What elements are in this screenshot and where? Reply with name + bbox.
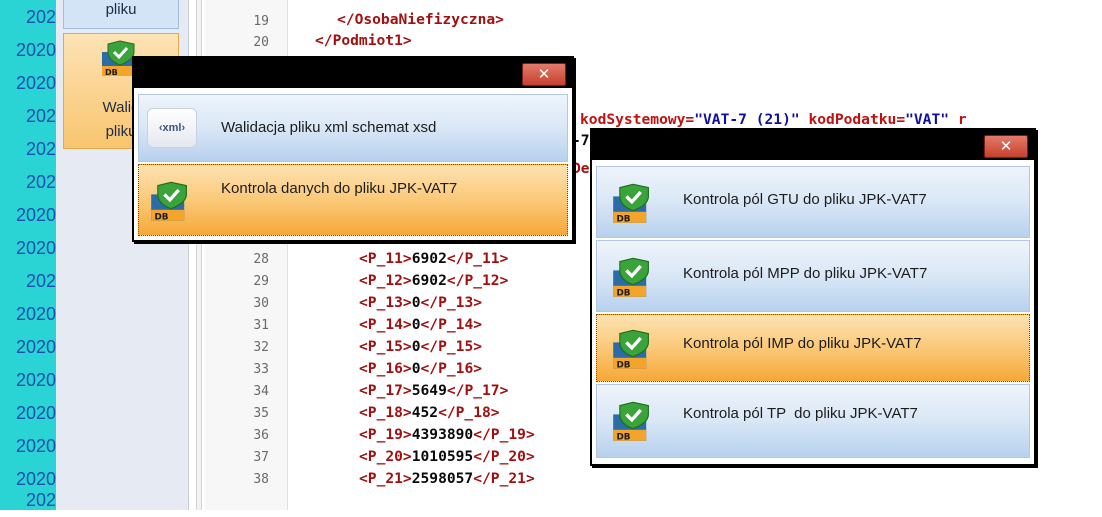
- db-check-icon: DB: [149, 179, 193, 227]
- menu-item-label: Kontrola pól IMP do pliku JPK-VAT7: [683, 335, 922, 352]
- menu-item-gtu[interactable]: DB Kontrola pól GTU do pliku JPK-VAT7: [596, 166, 1030, 238]
- code-fragment: -7: [572, 132, 590, 149]
- db-check-icon: DB: [611, 255, 655, 303]
- svg-text:DB: DB: [617, 433, 631, 443]
- svg-text:DB: DB: [617, 289, 631, 299]
- svg-text:DB: DB: [105, 68, 118, 77]
- date-cell[interactable]: 2020: [0, 232, 56, 265]
- close-button[interactable]: ✕: [984, 135, 1028, 158]
- menu-item-kontrola-danych[interactable]: DB Kontrola danych do pliku JPK-VAT7: [138, 164, 568, 236]
- xml-icon: ‹xml›: [147, 108, 197, 148]
- date-cell[interactable]: 202: [0, 133, 56, 166]
- date-cell[interactable]: 2020: [0, 397, 56, 430]
- line-number: 33: [253, 362, 269, 377]
- code-line: <P_17>5649</P_17>: [359, 382, 509, 399]
- menu-item-mpp[interactable]: DB Kontrola pól MPP do pliku JPK-VAT7: [596, 240, 1030, 312]
- date-cell[interactable]: 2020: [0, 199, 56, 232]
- date-cell[interactable]: 202: [0, 1, 56, 34]
- date-cell[interactable]: 202: [0, 166, 56, 199]
- code-line: <P_20>1010595</P_20>: [359, 448, 535, 465]
- code-line: </OsobaNiefizyczna>: [337, 11, 504, 28]
- date-cell[interactable]: 202: [0, 265, 56, 298]
- line-number: 36: [253, 428, 269, 443]
- line-number: 38: [253, 472, 269, 487]
- menu-item-tp[interactable]: DB Kontrola pól TP do pliku JPK-VAT7: [596, 384, 1030, 458]
- close-button[interactable]: ✕: [522, 63, 566, 86]
- date-cell[interactable]: 2020: [0, 331, 56, 364]
- db-check-icon: DB: [611, 399, 655, 447]
- code-line: <P_19>4393890</P_19>: [359, 426, 535, 443]
- code-line: <P_11>6902</P_11>: [359, 250, 509, 267]
- date-cell[interactable]: 2020: [0, 67, 56, 100]
- code-line: <P_18>452</P_18>: [359, 404, 500, 421]
- popup-titlebar[interactable]: [592, 130, 1034, 160]
- plik-button[interactable]: pliku: [63, 0, 179, 29]
- menu-item-label: Kontrola pól MPP do pliku JPK-VAT7: [683, 265, 928, 282]
- plik-button-label: pliku: [105, 1, 137, 18]
- menu-item-label: Kontrola pól TP do pliku JPK-VAT7: [683, 405, 918, 422]
- popup-titlebar[interactable]: [134, 58, 572, 88]
- code-fragment: De: [572, 160, 590, 177]
- db-check-icon: DB: [611, 181, 655, 229]
- line-number: 19: [253, 14, 269, 29]
- svg-text:DB: DB: [617, 361, 631, 371]
- code-line: </Podmiot1>: [315, 32, 412, 49]
- validation-menu-popup: ✕ ‹xml› Walidacja pliku xml schemat xsd …: [132, 56, 574, 242]
- code-line-attributes: kodSystemowy="VAT-7 (21)" kodPodatku="VA…: [580, 111, 967, 128]
- line-number: 35: [253, 406, 269, 421]
- menu-item-label: Kontrola pól GTU do pliku JPK-VAT7: [683, 191, 927, 208]
- date-cell[interactable]: 202: [0, 484, 56, 517]
- date-cell[interactable]: 202: [0, 100, 56, 133]
- code-line: <P_21>2598057</P_21>: [359, 470, 535, 487]
- line-number: 30: [253, 296, 269, 311]
- line-number: 31: [253, 318, 269, 333]
- date-cell[interactable]: 2020: [0, 364, 56, 397]
- svg-text:DB: DB: [155, 213, 169, 223]
- line-number: 20: [253, 35, 269, 50]
- menu-item-label: Walidacja pliku xml schemat xsd: [221, 119, 437, 136]
- date-cell[interactable]: 2020: [0, 430, 56, 463]
- date-cell[interactable]: 2020: [0, 298, 56, 331]
- line-number: 32: [253, 340, 269, 355]
- date-cell[interactable]: 2020: [0, 34, 56, 67]
- line-number: 34: [253, 384, 269, 399]
- db-check-icon: DB: [611, 327, 655, 375]
- code-line: <P_13>0</P_13>: [359, 294, 483, 311]
- line-number: 29: [253, 274, 269, 289]
- field-control-popup: ✕ DB Kontrola pól GTU do pliku JPK-VAT7 …: [590, 128, 1036, 466]
- code-line: <P_12>6902</P_12>: [359, 272, 509, 289]
- date-column: 202 2020 2020 202 202 202 2020 2020 202 …: [0, 0, 56, 510]
- code-line: <P_14>0</P_14>: [359, 316, 483, 333]
- svg-text:DB: DB: [617, 215, 631, 225]
- menu-item-walidacja-xsd[interactable]: ‹xml› Walidacja pliku xml schemat xsd: [138, 94, 568, 162]
- line-number: 37: [253, 450, 269, 465]
- menu-item-label: Kontrola danych do pliku JPK-VAT7: [221, 180, 458, 197]
- code-line: <P_15>0</P_15>: [359, 338, 483, 355]
- line-number: 28: [253, 252, 269, 267]
- menu-item-imp[interactable]: DB Kontrola pól IMP do pliku JPK-VAT7: [596, 314, 1030, 382]
- code-line: <P_16>0</P_16>: [359, 360, 483, 377]
